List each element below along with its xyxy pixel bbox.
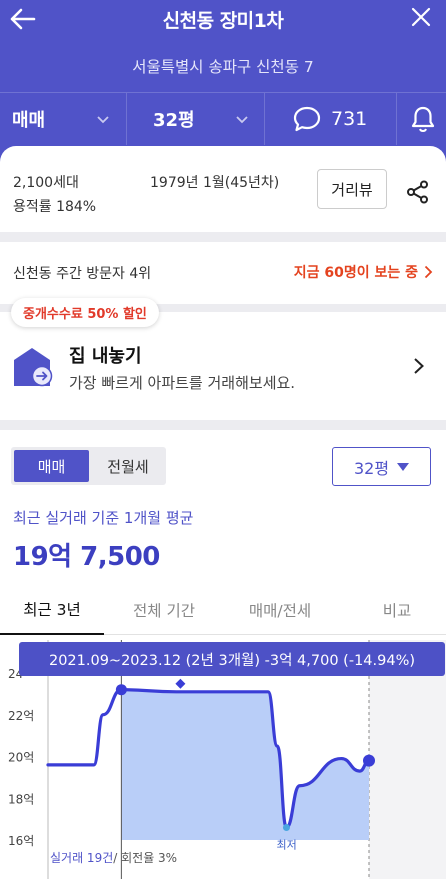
segment-sale[interactable]: 매매 [14,450,89,482]
chart-period-tabs: 최근 3년 전체 기간 매매/전세 비교 [0,585,446,635]
street-view-button[interactable]: 거리뷰 [317,169,387,209]
fee-discount-badge: 중개수수료 50% 할인 [11,298,159,327]
visitor-rank-text: 신천동 주간 방문자 4위 [13,266,152,282]
filter-bar: 매매 32평 731 [0,92,446,145]
floor-area-ratio: 용적률 184% [13,199,97,215]
bell-icon [411,106,435,133]
comment-count: 731 [331,108,368,130]
chevron-down-icon [97,116,109,124]
chart-footnote: 실거래 19건/ 회전율 3% [50,849,177,866]
chevron-down-icon [236,116,248,124]
house-icon [14,348,53,387]
y-tick-label: 18억 [8,792,34,806]
speech-bubble-icon [293,106,321,132]
comments-button[interactable]: 731 [293,93,367,145]
apartment-address: 서울특별시 송파구 신천동 7 [132,58,314,76]
tab-recent-3y[interactable]: 최근 3년 [0,585,104,635]
min-point-label: 최저 [276,838,296,851]
close-icon[interactable] [408,4,434,30]
range-start-point [115,684,127,696]
tab-all-period[interactable]: 전체 기간 [110,585,218,635]
trade-segmented-control: 매매 전월세 [11,447,166,485]
page-title: 신천동 장미1차 [162,10,284,32]
live-viewers-text: 지금 60명이 보는 중 [293,265,418,281]
y-tick-label: 22억 [8,709,34,723]
visitor-rank-bar[interactable]: 신천동 주간 방문자 4위 지금 60명이 보는 중 [0,242,446,304]
area-select[interactable]: 32평 [332,447,431,486]
tab-sale-jeonse[interactable]: 매매/전세 [226,585,334,635]
list-property-subtitle: 가장 빠르게 아파트를 거래해보세요. [69,374,296,392]
share-icon[interactable] [405,179,431,205]
complex-info-card: 2,100세대 용적률 184% 1979년 1월(45년차) 거리뷰 [0,146,446,232]
trade-type-label: 매매 [12,110,46,131]
turnover-rate: / 회전율 3% [113,851,178,865]
segment-rent[interactable]: 전월세 [93,450,163,482]
chevron-right-icon [414,358,424,374]
highlight-area [121,689,369,840]
tab-compare[interactable]: 비교 [344,585,446,635]
y-tick-label: 20억 [8,751,34,765]
notification-button[interactable] [410,93,436,145]
area-dropdown[interactable]: 32평 [153,93,195,145]
list-property-banner[interactable]: 집 내놓기 가장 빠르게 아파트를 거래해보세요. [0,312,446,420]
caret-down-icon [397,462,410,471]
built-year: 1979년 1월(45년차) [150,175,280,191]
live-viewers-link[interactable]: 지금 60명이 보는 중 [294,262,433,282]
list-property-title: 집 내놓기 [69,346,142,367]
range-tooltip: 2021.09~2023.12 (2년 3개월) -3억 4,700 (-14.… [19,642,445,676]
y-tick-label: 16억 [8,834,34,848]
chevron-right-icon [424,265,433,279]
area-label: 32평 [153,110,195,131]
latest-point [363,754,375,767]
avg-price-label: 최근 실거래 기준 1개월 평균 [13,509,194,527]
household-count: 2,100세대 [13,175,79,191]
trade-type-dropdown[interactable]: 매매 [12,93,45,145]
avg-price-value: 19억 7,500 [13,542,160,572]
min-point [282,823,290,831]
area-select-value: 32평 [353,458,390,478]
trade-count: 실거래 19건 [50,851,114,865]
range-end-marker [175,678,186,689]
